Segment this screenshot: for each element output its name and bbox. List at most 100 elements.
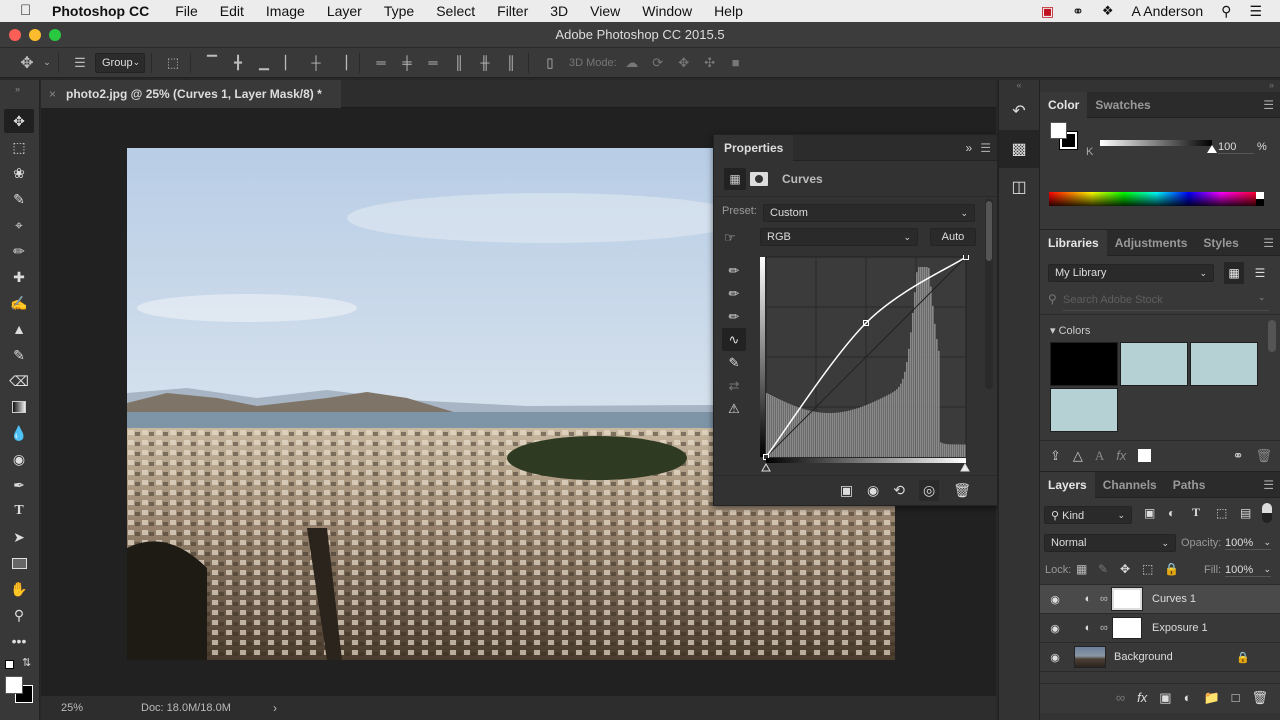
black-input-slider[interactable] [761,462,771,472]
menu-window[interactable]: Window [642,3,692,19]
curve-control-point[interactable] [963,255,969,260]
notification-center-icon[interactable]: ☰ [1249,3,1262,20]
foreground-color-swatch[interactable] [5,676,23,694]
align-left-icon[interactable]: ▏ [279,52,301,74]
filter-toggle[interactable] [1262,503,1272,523]
gradient-tool[interactable] [4,395,34,419]
healing-brush-tool[interactable]: ✚ [4,265,34,289]
view-previous-state-icon[interactable]: ◉ [867,482,879,499]
menu-filter[interactable]: Filter [497,3,528,19]
layer-mask-icon[interactable] [750,171,768,186]
curves-adjustment-icon[interactable]: ▦ [724,167,746,190]
opacity-input[interactable]: 100% ⌄ [1225,537,1271,550]
dropbox-icon[interactable]: ❖ [1102,3,1114,19]
lock-all-icon[interactable]: 🔒 [1164,562,1179,576]
collapse-dock-icon[interactable]: » [1040,80,1280,92]
foreground-color-chip[interactable] [1050,122,1067,139]
layer-lock-icon[interactable]: 🔒 [1236,651,1250,664]
swap-colors-icon[interactable]: ⇅ [22,656,31,669]
collapse-panel-icon[interactable]: » [966,141,973,155]
3d-slide-icon[interactable]: ✣ [699,52,721,74]
panel-menu-icon[interactable]: ☰ [1263,98,1274,112]
white-point-eyedropper-icon[interactable]: ✏ [722,305,746,328]
marquee-tool[interactable]: ⬚ [4,135,34,159]
distribute-top-icon[interactable]: ═ [370,52,392,74]
new-layer-icon[interactable]: □ [1232,690,1240,705]
auto-select-icon[interactable]: ☰ [69,52,91,74]
eraser-tool[interactable]: ⌫ [4,369,34,393]
default-colors-icon[interactable] [5,660,14,669]
layer-filter-dropdown[interactable]: ⚲ Kind ⌄ [1044,506,1132,524]
black-ramp-chip[interactable] [1256,199,1264,206]
library-color-swatch[interactable] [1050,388,1118,432]
chevron-down-icon[interactable]: ⌄ [42,52,52,74]
hand-tool[interactable]: ✋ [4,577,34,601]
properties-scrollbar[interactable] [985,199,993,389]
library-color-swatch[interactable] [1190,342,1258,386]
tab-swatches[interactable]: Swatches [1087,92,1158,118]
delete-library-item-icon[interactable]: 🗑 [1255,448,1272,464]
type-tool[interactable]: T [4,499,34,523]
white-ramp-chip[interactable] [1256,192,1264,199]
align-right-icon[interactable]: ▕ [331,52,353,74]
distribute-hcenter-icon[interactable]: ╫ [474,52,496,74]
lasso-tool[interactable]: ❀ [4,161,34,185]
new-group-icon[interactable]: 📁 [1203,690,1219,706]
menu-view[interactable]: View [590,3,620,19]
upload-icon[interactable]: ⇪ [1050,448,1061,464]
blend-mode-dropdown[interactable]: Normal ⌄ [1044,534,1176,552]
zoom-level[interactable]: 25% [61,702,141,714]
new-adjustment-layer-icon[interactable]: ◐ [1184,690,1192,705]
layer-name[interactable]: Exposure 1 [1152,622,1208,634]
blur-tool[interactable]: 💧 [4,421,34,445]
channel-dropdown[interactable]: RGB ⌄ [760,228,918,246]
libraries-scrollbar[interactable] [1268,320,1276,352]
add-layer-style-icon[interactable]: fx [1116,448,1126,463]
edit-toolbar-icon[interactable]: ••• [4,629,34,653]
expand-dock-icon[interactable]: « [999,80,1039,92]
3d-panel-icon[interactable]: ▩ [999,130,1039,168]
layer-visibility-icon[interactable]: ◉ [1040,622,1070,635]
k-slider-track[interactable] [1100,140,1217,153]
auto-select-dropdown[interactable]: Group ⌄ [95,52,145,73]
menu-app-name[interactable]: Photoshop CC [52,3,149,19]
tab-color[interactable]: Color [1040,91,1088,118]
library-dropdown[interactable]: My Library ⌄ [1048,264,1214,282]
close-document-icon[interactable]: × [49,87,56,101]
panel-menu-icon[interactable]: ☰ [1263,478,1274,492]
3d-roll-icon[interactable]: ⟳ [647,52,669,74]
spotlight-search-icon[interactable]: ⚲ [1221,3,1231,20]
fill-input[interactable]: 100% ⌄ [1225,564,1271,577]
align-top-icon[interactable]: ▔ [201,52,223,74]
close-window-button[interactable] [9,29,21,41]
history-panel-icon[interactable]: ↶ [999,92,1039,130]
library-color-swatch[interactable] [1120,342,1188,386]
menu-file[interactable]: File [175,3,198,19]
distribute-vcenter-icon[interactable]: ╪ [396,52,418,74]
layer-visibility-icon[interactable]: ◉ [1040,593,1070,606]
link-layers-icon[interactable]: ∞ [1116,690,1125,705]
lock-artboard-icon[interactable]: ⬚ [1142,562,1153,576]
apple-menu-icon[interactable]:  [20,3,38,19]
auto-button[interactable]: Auto [930,228,976,246]
layer-row-curves[interactable]: ◉ ◐ ∞ Curves 1 [1040,585,1280,614]
search-scope-chevron-icon[interactable]: ⌄ [1258,292,1266,303]
eyedropper-tool[interactable]: ✏ [4,239,34,263]
rectangle-tool[interactable] [4,551,34,575]
toggle-visibility-icon[interactable]: ◎ [919,480,940,501]
layer-row-background[interactable]: ◉ Background 🔒 [1040,643,1280,672]
add-graphic-icon[interactable]: △ [1073,448,1083,464]
add-mask-icon[interactable]: ▣ [1159,690,1171,706]
curves-graph[interactable] [760,255,975,477]
status-menu-arrow-icon[interactable]: › [273,701,277,715]
3d-orbit-icon[interactable]: ☁ [621,52,643,74]
grid-view-icon[interactable]: ▦ [1224,262,1244,284]
distribute-bottom-icon[interactable]: ═ [422,52,444,74]
minimize-window-button[interactable] [29,29,41,41]
lock-transparent-icon[interactable]: ▦ [1076,562,1087,576]
filter-type-icon[interactable]: T [1192,505,1200,520]
k-slider-thumb[interactable] [1207,145,1217,153]
filter-shape-icon[interactable]: ⬚ [1216,506,1227,520]
gray-point-eyedropper-icon[interactable]: ✏ [722,282,746,305]
align-bottom-icon[interactable]: ▁ [253,52,275,74]
